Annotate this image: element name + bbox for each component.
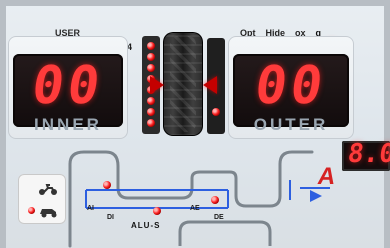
alu-mode-label: ALU-S xyxy=(131,221,161,230)
ai-led xyxy=(103,181,111,189)
ae-label: AE xyxy=(190,205,200,212)
de-led xyxy=(211,196,219,204)
inner-display-panel: 00 INNER xyxy=(8,36,128,139)
vehicle-mode-panel[interactable] xyxy=(18,174,66,224)
right-partial-display: 8.0 xyxy=(342,139,390,171)
inner-display-label: INNER xyxy=(34,115,102,134)
right-led-stack xyxy=(212,108,220,116)
left-led-1 xyxy=(147,42,155,50)
car-mode-led xyxy=(28,207,35,214)
arrow-left-icon xyxy=(203,76,217,94)
outer-display-value: 00 xyxy=(251,56,331,116)
de-label: DE xyxy=(214,214,224,221)
inner-display-value: 00 xyxy=(28,56,108,116)
left-led-2 xyxy=(147,53,155,61)
motorcycle-icon xyxy=(39,184,57,195)
left-led-3 xyxy=(147,64,155,72)
left-led-7 xyxy=(147,108,155,116)
arrow-right-icon xyxy=(150,76,164,94)
outer-display-label: OUTER xyxy=(253,115,329,134)
ai-label: AI xyxy=(87,205,94,212)
di-label: DI xyxy=(107,214,114,221)
car-icon xyxy=(40,209,57,218)
left-led-8 xyxy=(147,119,155,127)
outer-display-panel: 00 OUTER xyxy=(228,36,354,139)
left-led-6 xyxy=(147,97,155,105)
mode-a-indicator: A xyxy=(315,163,338,190)
right-partial-display-value: 8.0 xyxy=(345,139,390,169)
right-led-1 xyxy=(212,108,220,116)
wheel-balance-diagram xyxy=(68,150,330,248)
alu-led xyxy=(153,207,161,215)
tire-graphic xyxy=(163,32,203,136)
